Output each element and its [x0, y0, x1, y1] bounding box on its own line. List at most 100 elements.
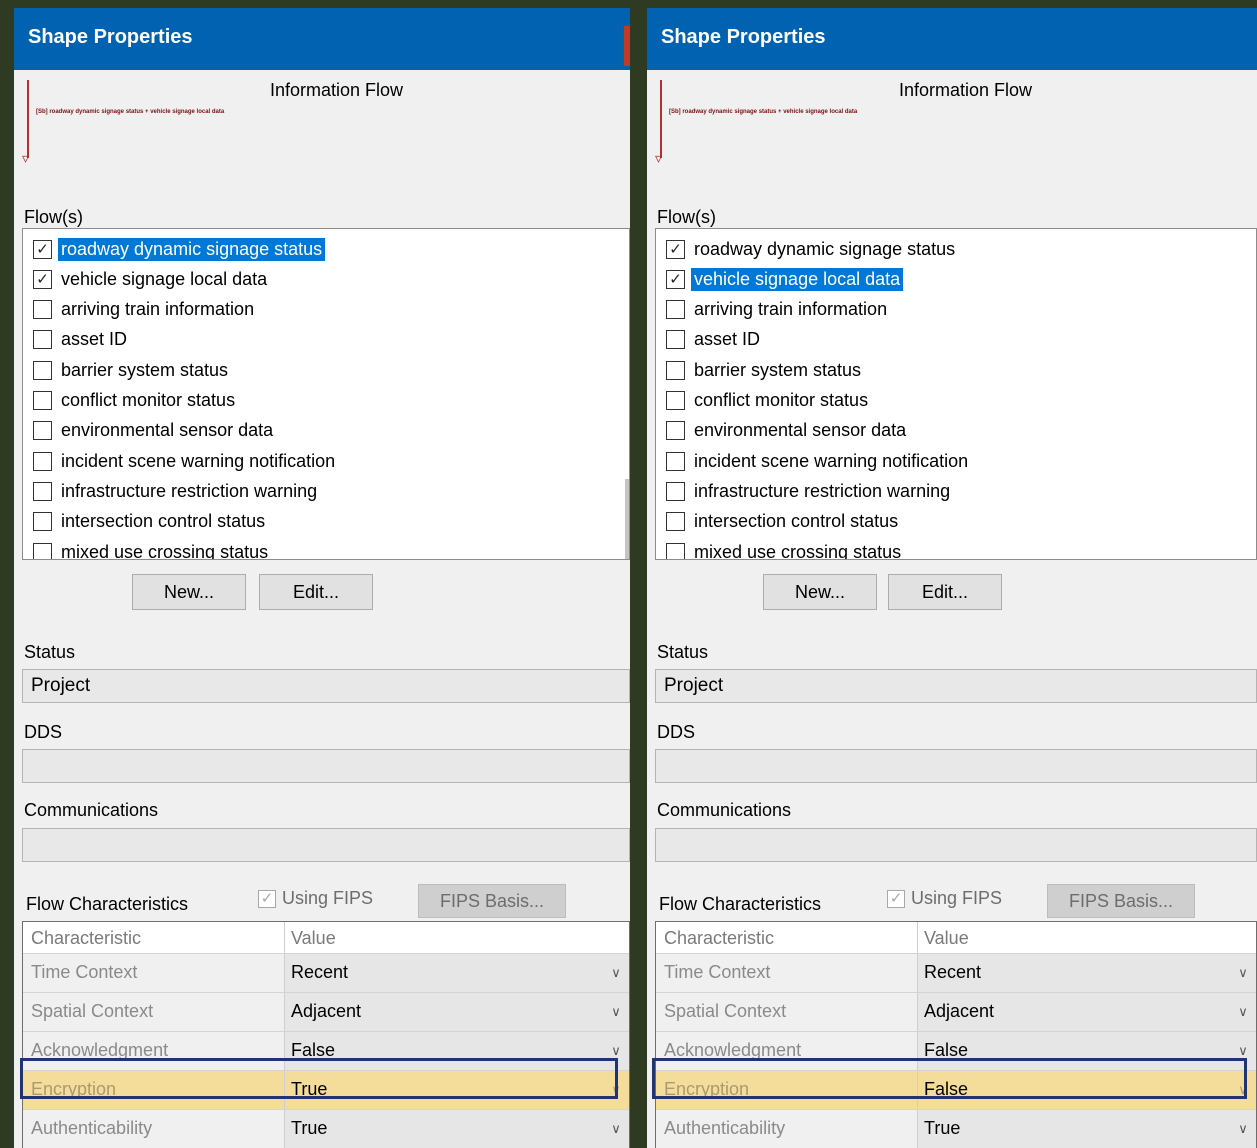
- flow-label[interactable]: infrastructure restriction warning: [58, 480, 320, 503]
- chevron-down-icon[interactable]: ∨: [603, 1032, 629, 1070]
- chevron-down-icon[interactable]: ∨: [1230, 1110, 1256, 1148]
- flows-list[interactable]: ✓ roadway dynamic signage status ✓ vehicle …: [655, 228, 1257, 560]
- flow-label[interactable]: intersection control status: [691, 510, 901, 533]
- characteristic-value-dropdown[interactable]: False ∨: [918, 1071, 1256, 1109]
- characteristic-value-dropdown[interactable]: True ∨: [285, 1071, 629, 1109]
- flow-label[interactable]: incident scene warning notification: [691, 450, 971, 473]
- checkbox-icon[interactable]: [666, 360, 685, 380]
- communications-field[interactable]: [655, 828, 1257, 862]
- using-fips-checkbox[interactable]: ✓ Using FIPS: [887, 888, 1002, 909]
- flow-list-item[interactable]: asset ID: [33, 326, 130, 354]
- flow-list-item[interactable]: arriving train information: [33, 296, 257, 324]
- communications-field[interactable]: [22, 828, 630, 862]
- check-icon[interactable]: ✓: [666, 269, 685, 289]
- flow-list-item[interactable]: conflict monitor status: [666, 387, 871, 415]
- checkbox-icon[interactable]: [666, 512, 685, 532]
- flow-label[interactable]: incident scene warning notification: [58, 450, 338, 473]
- new-button[interactable]: New...: [132, 574, 246, 610]
- flow-list-item[interactable]: barrier system status: [666, 356, 864, 384]
- characteristic-row[interactable]: Authenticability True ∨: [23, 1110, 629, 1148]
- flow-list-item[interactable]: ✓ roadway dynamic signage status: [33, 235, 326, 263]
- characteristic-value-dropdown[interactable]: True ∨: [918, 1110, 1256, 1148]
- flow-list-item[interactable]: incident scene warning notification: [33, 447, 338, 475]
- flow-label[interactable]: barrier system status: [58, 359, 231, 382]
- checkbox-icon[interactable]: [666, 451, 685, 471]
- flow-list-item[interactable]: asset ID: [666, 326, 763, 354]
- scrollbar[interactable]: [625, 479, 629, 559]
- dds-field[interactable]: [22, 749, 630, 783]
- characteristic-row[interactable]: Spatial Context Adjacent ∨: [656, 993, 1256, 1032]
- check-icon[interactable]: ✓: [666, 239, 685, 259]
- flow-list-item[interactable]: environmental sensor data: [666, 417, 909, 445]
- checkbox-icon[interactable]: [33, 300, 52, 320]
- edit-button[interactable]: Edit...: [259, 574, 373, 610]
- flow-list-item[interactable]: mixed use crossing status: [33, 538, 271, 560]
- characteristic-value-dropdown[interactable]: False ∨: [918, 1032, 1256, 1070]
- flows-list[interactable]: ✓ roadway dynamic signage status ✓ vehicle …: [22, 228, 630, 560]
- flow-label[interactable]: roadway dynamic signage status: [58, 237, 326, 261]
- chevron-down-icon[interactable]: ∨: [1230, 993, 1256, 1031]
- flow-label[interactable]: conflict monitor status: [691, 389, 871, 412]
- chevron-down-icon[interactable]: ∨: [603, 954, 629, 992]
- characteristic-row[interactable]: Encryption False ∨: [656, 1071, 1256, 1110]
- checkbox-icon[interactable]: [33, 542, 52, 559]
- flow-list-item[interactable]: incident scene warning notification: [666, 447, 971, 475]
- flow-label[interactable]: asset ID: [691, 328, 763, 351]
- flow-label[interactable]: roadway dynamic signage status: [691, 238, 958, 261]
- flow-list-item[interactable]: arriving train information: [666, 296, 890, 324]
- characteristic-value-dropdown[interactable]: Adjacent ∨: [918, 993, 1256, 1031]
- chevron-down-icon[interactable]: ∨: [1230, 1032, 1256, 1070]
- checkbox-icon[interactable]: [33, 360, 52, 380]
- status-field[interactable]: Project: [22, 669, 630, 703]
- fips-basis-button[interactable]: FIPS Basis...: [1047, 884, 1195, 918]
- flow-list-item[interactable]: mixed use crossing status: [666, 538, 904, 560]
- checkbox-icon[interactable]: [33, 391, 52, 410]
- chevron-down-icon[interactable]: ∨: [1230, 1071, 1256, 1109]
- characteristic-row[interactable]: Authenticability True ∨: [656, 1110, 1256, 1148]
- flow-label[interactable]: environmental sensor data: [58, 419, 276, 442]
- flow-label[interactable]: environmental sensor data: [691, 419, 909, 442]
- checkbox-icon[interactable]: [33, 481, 52, 501]
- flow-list-item[interactable]: conflict monitor status: [33, 387, 238, 415]
- flow-label[interactable]: mixed use crossing status: [691, 541, 904, 560]
- checkbox-icon[interactable]: [666, 542, 685, 559]
- flow-list-item[interactable]: intersection control status: [33, 508, 268, 536]
- characteristic-value-dropdown[interactable]: Recent ∨: [918, 954, 1256, 992]
- checkbox-icon[interactable]: [666, 300, 685, 320]
- checkbox-icon[interactable]: [33, 421, 52, 441]
- flow-list-item[interactable]: environmental sensor data: [33, 417, 276, 445]
- characteristic-value-dropdown[interactable]: Recent ∨: [285, 954, 629, 992]
- chevron-down-icon[interactable]: ∨: [603, 1071, 629, 1109]
- flow-list-item[interactable]: intersection control status: [666, 508, 901, 536]
- characteristic-value-dropdown[interactable]: Adjacent ∨: [285, 993, 629, 1031]
- edit-button[interactable]: Edit...: [888, 574, 1002, 610]
- checkbox-icon[interactable]: [33, 330, 52, 350]
- flow-label[interactable]: asset ID: [58, 328, 130, 351]
- fips-basis-button[interactable]: FIPS Basis...: [418, 884, 566, 918]
- chevron-down-icon[interactable]: ∨: [1230, 954, 1256, 992]
- flow-list-item[interactable]: ✓ vehicle signage local data: [666, 265, 904, 293]
- status-field[interactable]: Project: [655, 669, 1257, 703]
- check-icon[interactable]: ✓: [33, 239, 52, 259]
- flow-label[interactable]: vehicle signage local data: [58, 268, 270, 291]
- flow-list-item[interactable]: ✓ roadway dynamic signage status: [666, 235, 958, 263]
- chevron-down-icon[interactable]: ∨: [603, 1110, 629, 1148]
- flow-list-item[interactable]: infrastructure restriction warning: [666, 477, 953, 505]
- new-button[interactable]: New...: [763, 574, 877, 610]
- flow-list-item[interactable]: ✓ vehicle signage local data: [33, 265, 270, 293]
- checkbox-icon[interactable]: [33, 512, 52, 532]
- flow-label[interactable]: infrastructure restriction warning: [691, 480, 953, 503]
- characteristic-value-dropdown[interactable]: True ∨: [285, 1110, 629, 1148]
- checkbox-icon[interactable]: [33, 451, 52, 471]
- characteristic-row[interactable]: Time Context Recent ∨: [656, 954, 1256, 993]
- checkbox-icon[interactable]: [666, 481, 685, 501]
- characteristic-row[interactable]: Acknowledgment False ∨: [23, 1032, 629, 1071]
- flow-label[interactable]: arriving train information: [58, 298, 257, 321]
- flow-label[interactable]: intersection control status: [58, 510, 268, 533]
- characteristic-row[interactable]: Acknowledgment False ∨: [656, 1032, 1256, 1071]
- flow-list-item[interactable]: infrastructure restriction warning: [33, 477, 320, 505]
- checkbox-icon[interactable]: [666, 330, 685, 350]
- characteristic-row[interactable]: Spatial Context Adjacent ∨: [23, 993, 629, 1032]
- characteristic-value-dropdown[interactable]: False ∨: [285, 1032, 629, 1070]
- flow-label[interactable]: mixed use crossing status: [58, 541, 271, 560]
